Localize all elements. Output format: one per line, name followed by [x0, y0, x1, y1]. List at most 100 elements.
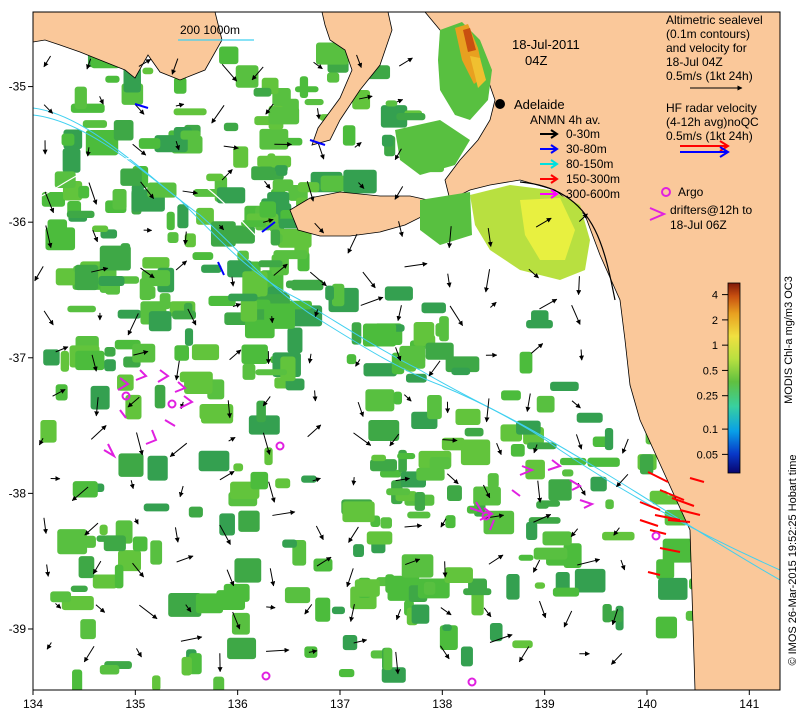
- lat-tick-label: -36: [9, 215, 27, 229]
- chl-patch: [315, 597, 331, 622]
- chl-patch: [96, 535, 109, 542]
- chl-patch: [199, 403, 234, 420]
- colorbar-tick-label: 0.05: [697, 449, 718, 461]
- chl-patch: [338, 668, 355, 678]
- chl-patch: [181, 656, 192, 676]
- chl-patch: [301, 475, 317, 483]
- chl-patch: [590, 476, 607, 492]
- anmn-legend-label: 80-150m: [566, 157, 613, 171]
- chl-patch: [233, 463, 244, 472]
- chl-patch: [75, 350, 105, 371]
- chl-patch: [510, 444, 525, 457]
- altimetry-legend-line: Altimetric sealevel: [666, 13, 763, 27]
- chl-patch: [574, 568, 606, 593]
- chl-patch: [421, 302, 446, 314]
- drifter-legend-line: 18-Jul 06Z: [670, 218, 727, 232]
- chl-patch: [331, 606, 345, 615]
- drifter-legend-line: drifters@12h to: [670, 203, 753, 217]
- chl-patch: [287, 327, 303, 354]
- chl-patch: [259, 201, 276, 218]
- chl-patch: [445, 515, 456, 529]
- chl-patch: [242, 363, 256, 380]
- chl-patch: [179, 371, 213, 383]
- chl-patch: [259, 128, 289, 150]
- chl-patch: [536, 395, 555, 413]
- adelaide-marker: [495, 99, 505, 109]
- chl-patch: [425, 342, 454, 360]
- chl-patch: [99, 524, 108, 536]
- chl-patch: [223, 122, 239, 132]
- chl-patch: [74, 264, 99, 291]
- chl-patch: [250, 471, 269, 490]
- argo-legend-label: Argo: [678, 185, 704, 199]
- chl-patch: [219, 513, 235, 536]
- chl-patch: [401, 554, 434, 578]
- chl-patch: [342, 501, 375, 523]
- chl-patch: [602, 531, 635, 541]
- colorbar-gradient: [727, 282, 741, 474]
- chl-patch: [47, 219, 68, 237]
- chl-patch: [320, 175, 347, 192]
- chl-patch: [346, 354, 357, 365]
- chl-patch: [282, 539, 297, 548]
- chl-patch: [397, 453, 416, 460]
- chl-patch: [354, 579, 380, 597]
- chl-patch: [139, 278, 153, 301]
- chl-patch: [54, 171, 76, 189]
- latitude-ticks: -35 -36 -37 -38 -39: [9, 80, 33, 636]
- chl-patch: [240, 299, 258, 322]
- velocity-arrow: [269, 316, 275, 324]
- lat-tick-label: -35: [9, 80, 27, 94]
- chl-patch: [99, 665, 120, 675]
- chl-patch: [366, 531, 393, 545]
- colorbar-tick-label: 0.1: [703, 424, 718, 436]
- altimetry-legend-line: (0.1m contours): [666, 27, 750, 41]
- chl-patch: [132, 343, 156, 363]
- chl-patch: [148, 311, 172, 332]
- velocity-arrow: [578, 349, 584, 361]
- chl-patch: [380, 517, 392, 529]
- chl-patch: [227, 637, 257, 660]
- lon-tick-label: 134: [23, 697, 43, 711]
- chl-patch: [198, 450, 230, 472]
- chl-patch: [257, 166, 274, 173]
- chl-patch: [55, 384, 68, 401]
- chl-patch: [270, 229, 281, 246]
- chl-patch: [576, 412, 603, 423]
- chl-patch: [604, 427, 614, 451]
- chl-patch: [414, 491, 426, 511]
- chl-patch: [427, 394, 442, 420]
- chl-patch: [61, 133, 75, 146]
- chl-patch: [118, 453, 144, 477]
- chl-patch: [84, 535, 96, 548]
- chl-patch: [120, 168, 142, 186]
- chl-patch: [173, 108, 207, 116]
- chl-patch: [362, 323, 397, 347]
- chl-patch: [365, 389, 395, 412]
- colorbar-tick-label: 0.25: [697, 391, 718, 403]
- chl-patch: [550, 381, 579, 391]
- hf-legend-line: 0.5m/s (1kt 24h): [666, 129, 753, 143]
- scale-bar-label: 200 1000m: [180, 23, 240, 37]
- anmn-legend-label: 300-600m: [566, 187, 620, 201]
- chl-patch: [166, 211, 175, 231]
- lon-tick-label: 139: [535, 697, 555, 711]
- chl-patch: [219, 46, 239, 65]
- chl-patch: [120, 243, 131, 262]
- chl-patch: [167, 232, 179, 244]
- chl-patch: [463, 588, 492, 596]
- chl-patch: [228, 293, 258, 302]
- anmn-legend-title: ANMN 4h av.: [530, 113, 600, 127]
- chl-patch: [639, 454, 654, 475]
- city-label: Adelaide: [514, 97, 565, 112]
- chl-patch: [60, 350, 70, 372]
- lon-tick-label: 136: [228, 697, 248, 711]
- chl-patch: [78, 556, 95, 579]
- chl-patch: [132, 536, 148, 552]
- chl-patch: [658, 577, 688, 600]
- chl-patch: [253, 87, 272, 97]
- colorbar-title: MODIS Chl-a mg/m3 OC3: [783, 276, 795, 404]
- chl-patch: [192, 252, 214, 261]
- chl-patch: [518, 554, 534, 561]
- colorbar-tick-label: 0.5: [703, 365, 718, 377]
